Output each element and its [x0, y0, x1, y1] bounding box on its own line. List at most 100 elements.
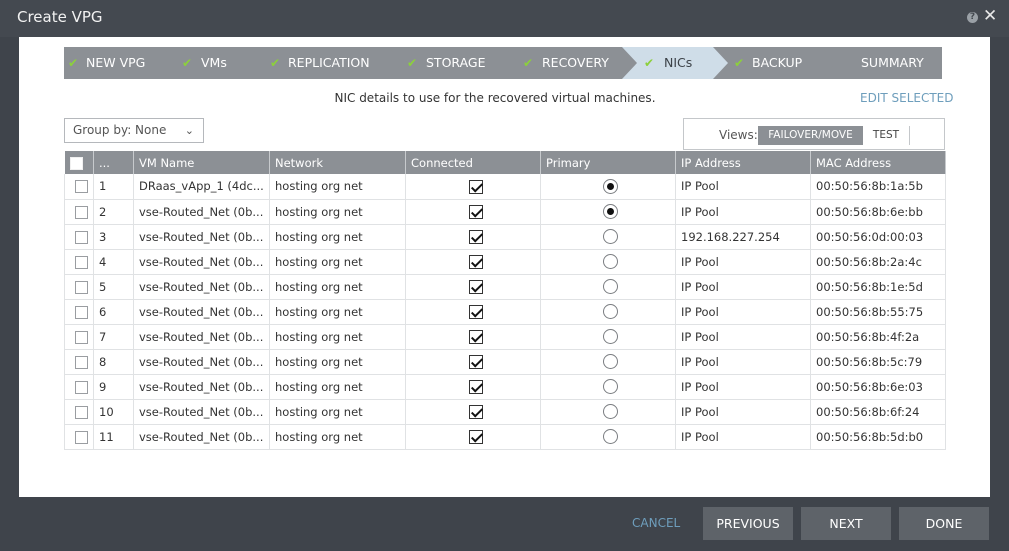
view-test-button[interactable]: TEST: [863, 126, 910, 145]
ip-address-cell[interactable]: IP Pool: [675, 374, 811, 400]
table-row[interactable]: 2 vse-Routed_Net (0b... hosting org net IP …: [64, 199, 946, 225]
step-vms[interactable]: ✔ VMs: [162, 47, 268, 79]
connected-checkbox[interactable]: [468, 354, 483, 369]
primary-radio[interactable]: [603, 429, 618, 444]
primary-radio[interactable]: [603, 178, 618, 194]
ip-address-cell[interactable]: IP Pool: [675, 349, 811, 375]
row-checkbox[interactable]: [75, 230, 88, 244]
close-icon[interactable]: ✕: [983, 8, 997, 25]
connected-checkbox[interactable]: [468, 379, 483, 394]
table-row[interactable]: 9 vse-Routed_Net (0b... hosting org net IP …: [64, 374, 946, 400]
column-header[interactable]: VM Name: [133, 151, 270, 174]
select-all-checkbox[interactable]: [69, 156, 83, 170]
connected-checkbox[interactable]: [468, 304, 483, 319]
primary-radio[interactable]: [603, 229, 618, 244]
network-cell[interactable]: hosting org net: [269, 224, 406, 250]
primary-radio[interactable]: [603, 254, 618, 269]
row-checkbox[interactable]: [75, 355, 88, 369]
row-checkbox[interactable]: [75, 430, 88, 444]
ip-address-cell[interactable]: 192.168.227.254: [675, 224, 811, 250]
row-checkbox[interactable]: [75, 255, 88, 269]
connected-checkbox[interactable]: [468, 329, 483, 344]
row-checkbox[interactable]: [75, 305, 88, 319]
mac-address-cell: 00:50:56:8b:4f:2a: [810, 324, 946, 350]
primary-radio[interactable]: [603, 204, 618, 219]
step-nics[interactable]: ✔ NICs: [622, 47, 731, 79]
column-header[interactable]: Connected: [405, 151, 541, 174]
ip-address-cell[interactable]: IP Pool: [675, 324, 811, 350]
step-replication[interactable]: ✔ REPLICATION: [250, 47, 406, 79]
primary-radio[interactable]: [603, 354, 618, 369]
table-row[interactable]: 3 vse-Routed_Net (0b... hosting org net 192…: [64, 224, 946, 250]
column-header[interactable]: IP Address: [675, 151, 811, 174]
connected-checkbox[interactable]: [468, 204, 483, 219]
table-row[interactable]: 10 vse-Routed_Net (0b... hosting org net IP…: [64, 399, 946, 425]
network-cell[interactable]: hosting org net: [269, 349, 406, 375]
row-checkbox[interactable]: [75, 205, 88, 219]
table-row[interactable]: 8 vse-Routed_Net (0b... hosting org net IP …: [64, 349, 946, 375]
table-row[interactable]: 11 vse-Routed_Net (0b... hosting org net IP…: [64, 424, 946, 450]
wizard-steps: ✔ NEW VPG ✔ VMs ✔ REPLICATION ✔ STORAGE …: [64, 47, 942, 79]
primary-cell: [540, 399, 676, 425]
ip-address-cell[interactable]: IP Pool: [675, 399, 811, 425]
column-header[interactable]: Network: [269, 151, 406, 174]
connected-checkbox[interactable]: [468, 254, 483, 269]
step-storage[interactable]: ✔ STORAGE: [388, 47, 522, 79]
ip-address-cell[interactable]: IP Pool: [675, 174, 811, 200]
cancel-button[interactable]: CANCEL: [632, 516, 680, 530]
primary-radio[interactable]: [603, 379, 618, 394]
connected-cell: [405, 374, 541, 400]
row-number: 5: [93, 274, 134, 300]
primary-radio[interactable]: [603, 279, 618, 294]
primary-radio[interactable]: [603, 304, 618, 319]
table-row[interactable]: 5 vse-Routed_Net (0b... hosting org net IP …: [64, 274, 946, 300]
table-row[interactable]: 1 DRaas_vApp_1 (4dc... hosting org net IP P…: [64, 174, 946, 200]
group-by-select[interactable]: Group by: None ⌄: [64, 118, 204, 143]
edit-selected-link[interactable]: EDIT SELECTED: [860, 91, 954, 105]
network-cell[interactable]: hosting org net: [269, 374, 406, 400]
help-icon[interactable]: ?: [967, 12, 978, 23]
previous-button[interactable]: PREVIOUS: [703, 507, 793, 540]
network-cell[interactable]: hosting org net: [269, 274, 406, 300]
column-header[interactable]: MAC Address: [810, 151, 946, 174]
connected-checkbox[interactable]: [468, 279, 483, 294]
network-cell[interactable]: hosting org net: [269, 424, 406, 450]
step-summary[interactable]: SUMMARY: [821, 47, 942, 79]
connected-checkbox[interactable]: [468, 404, 483, 419]
row-number: 4: [93, 249, 134, 275]
step-recovery[interactable]: ✔ RECOVERY: [504, 47, 640, 79]
table-row[interactable]: 4 vse-Routed_Net (0b... hosting org net IP …: [64, 249, 946, 275]
network-cell[interactable]: hosting org net: [269, 174, 406, 200]
row-checkbox[interactable]: [75, 330, 88, 344]
ip-address-cell[interactable]: IP Pool: [675, 199, 811, 225]
row-checkbox[interactable]: [75, 180, 88, 194]
next-button[interactable]: NEXT: [801, 507, 891, 540]
ip-address-cell[interactable]: IP Pool: [675, 249, 811, 275]
primary-radio[interactable]: [603, 329, 618, 344]
row-checkbox[interactable]: [75, 380, 88, 394]
network-cell[interactable]: hosting org net: [269, 249, 406, 275]
done-button[interactable]: DONE: [899, 507, 989, 540]
row-checkbox[interactable]: [75, 405, 88, 419]
connected-checkbox[interactable]: [468, 229, 483, 244]
view-failover-button[interactable]: FAILOVER/MOVE: [758, 126, 863, 145]
ip-address-cell[interactable]: IP Pool: [675, 299, 811, 325]
connected-checkbox[interactable]: [468, 179, 483, 194]
primary-radio[interactable]: [603, 404, 618, 419]
vm-name-cell: vse-Routed_Net (0b...: [133, 199, 270, 225]
table-row[interactable]: 7 vse-Routed_Net (0b... hosting org net IP …: [64, 324, 946, 350]
column-header[interactable]: Primary: [540, 151, 676, 174]
table-row[interactable]: 6 vse-Routed_Net (0b... hosting org net IP …: [64, 299, 946, 325]
ip-address-cell[interactable]: IP Pool: [675, 424, 811, 450]
connected-checkbox[interactable]: [468, 429, 483, 444]
network-cell[interactable]: hosting org net: [269, 199, 406, 225]
network-cell[interactable]: hosting org net: [269, 399, 406, 425]
views-label: Views:: [719, 128, 758, 142]
row-checkbox[interactable]: [75, 280, 88, 294]
ip-address-cell[interactable]: IP Pool: [675, 274, 811, 300]
network-cell[interactable]: hosting org net: [269, 324, 406, 350]
step-backup[interactable]: ✔ BACKUP: [713, 47, 839, 79]
step-new-vpg[interactable]: ✔ NEW VPG: [64, 47, 180, 79]
network-cell[interactable]: hosting org net: [269, 299, 406, 325]
column-header[interactable]: ...: [93, 151, 134, 174]
